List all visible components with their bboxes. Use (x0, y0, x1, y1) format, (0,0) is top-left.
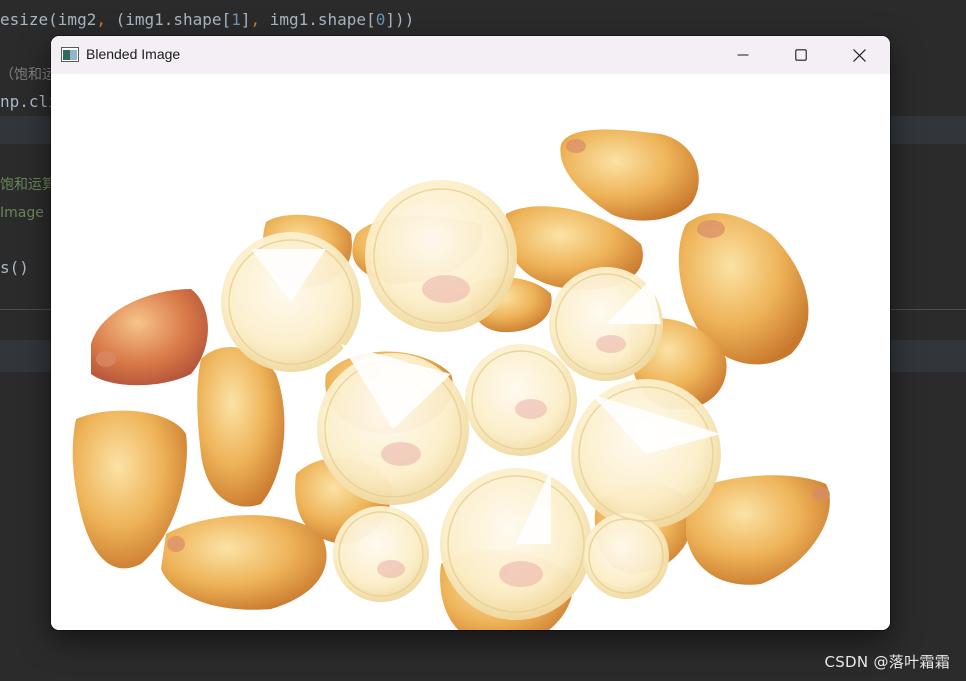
watermark: CSDN @落叶霜霜 (824, 653, 950, 671)
code-line-4: 饱和运算 (0, 174, 56, 195)
window-titlebar[interactable]: Blended Image (51, 36, 890, 74)
code-line-1: esize(img2, (img1.shape[1], img1.shape[0… (0, 10, 414, 30)
code-line-2: （饱和运 (0, 64, 56, 85)
code-line-6: s() (0, 258, 29, 278)
maximize-icon (795, 49, 807, 61)
code-token: np.cli (0, 92, 58, 111)
code-token: 饱和运算 (0, 177, 56, 193)
code-token: Image (0, 205, 44, 221)
close-icon (852, 48, 866, 62)
code-token: (img1.shape[ (115, 10, 232, 29)
code-line-5: Image (0, 202, 44, 223)
code-line-3: np.cli (0, 92, 58, 112)
code-token: （饱和运 (0, 67, 56, 83)
code-token: img1.shape[ (269, 10, 376, 29)
blended-image-canvas (51, 74, 890, 630)
code-token: 0 (375, 10, 386, 29)
close-button[interactable] (830, 36, 888, 74)
code-token: esize(img2 (0, 10, 97, 29)
maximize-button[interactable] (772, 36, 830, 74)
blended-image-window[interactable]: Blended Image (51, 36, 890, 630)
window-title: Blended Image (86, 46, 181, 62)
opencv-window-icon (61, 47, 79, 62)
code-token: , (250, 10, 270, 29)
code-token: , (96, 10, 116, 29)
minimize-icon (737, 54, 749, 56)
blended-image (72, 129, 830, 630)
minimize-button[interactable] (714, 36, 772, 74)
code-token: s() (0, 258, 29, 277)
code-token: 1 (231, 10, 241, 29)
code-token: ])) (385, 10, 415, 29)
